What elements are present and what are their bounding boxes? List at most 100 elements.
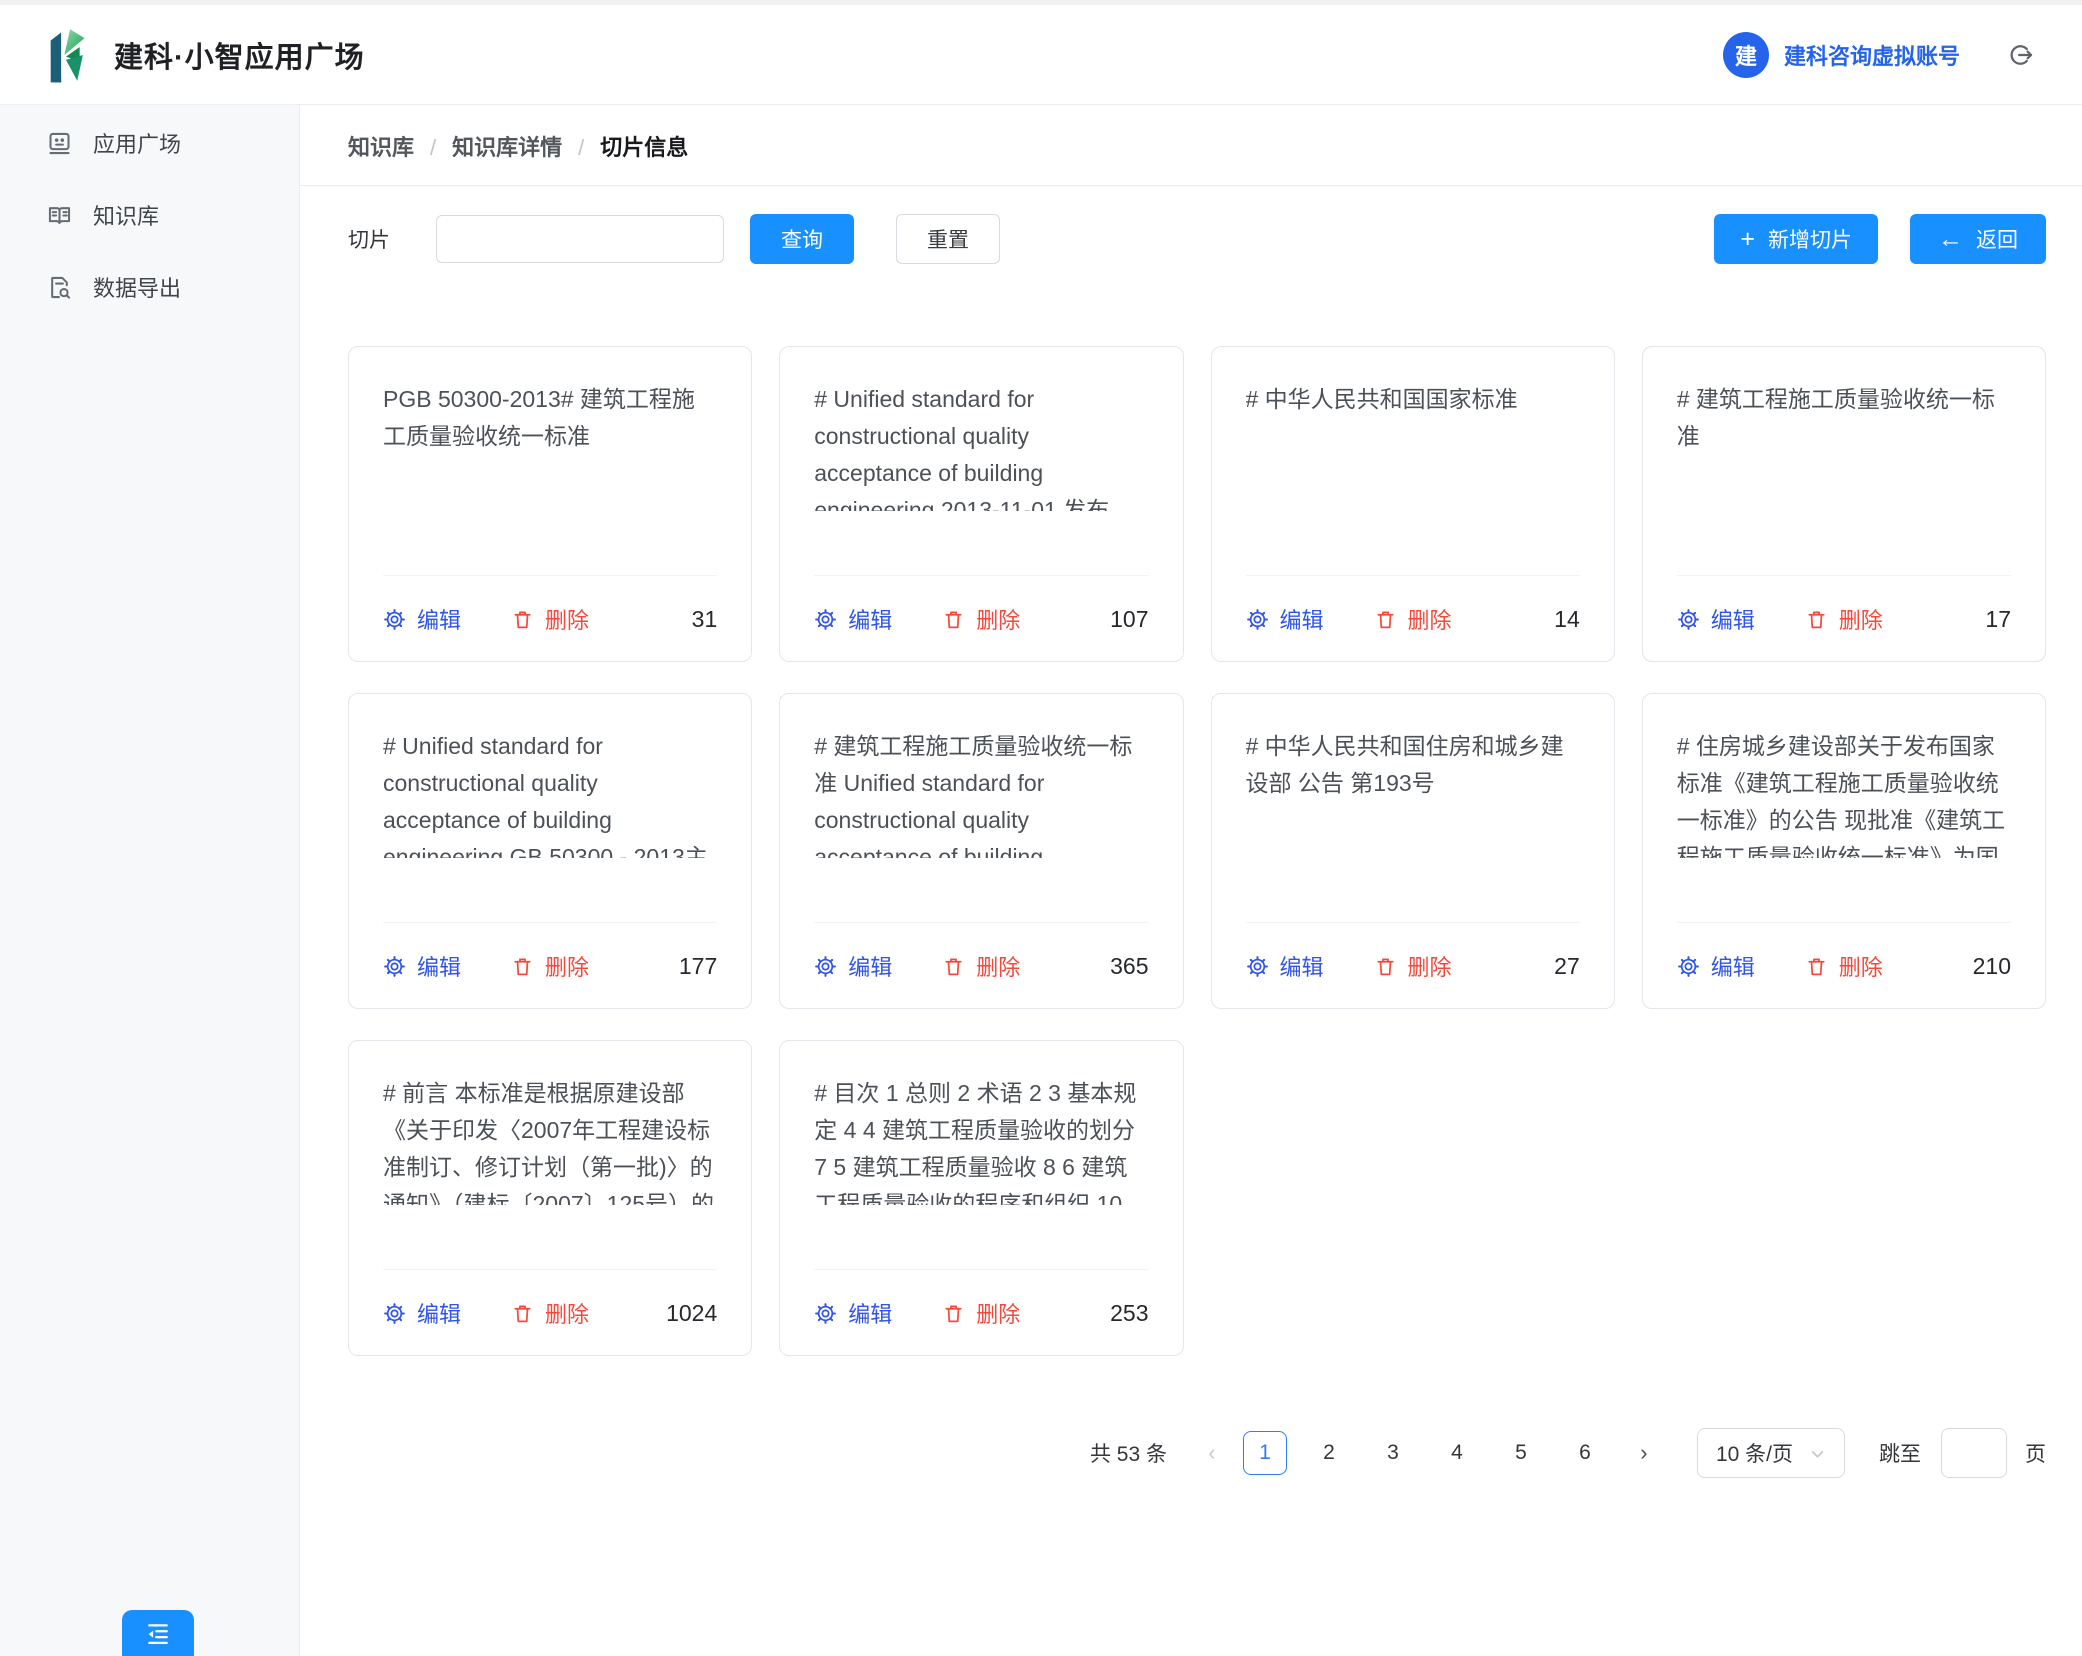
slice-text: # 中华人民共和国住房和城乡建设部 公告 第193号 bbox=[1246, 728, 1580, 858]
slice-count: 27 bbox=[1554, 953, 1580, 980]
slice-count: 107 bbox=[1110, 606, 1148, 633]
slice-card-footer: 编辑 删除 177 bbox=[383, 922, 717, 982]
page-number-button[interactable]: 1 bbox=[1243, 1431, 1287, 1475]
avatar: 建 bbox=[1723, 32, 1769, 78]
slice-count: 177 bbox=[679, 953, 717, 980]
trash-icon bbox=[942, 955, 965, 978]
account-name: 建科咨询虚拟账号 bbox=[1784, 39, 1960, 71]
delete-button[interactable]: 删除 bbox=[942, 950, 1020, 982]
jump-page-input[interactable] bbox=[1941, 1428, 2007, 1478]
trash-icon bbox=[942, 608, 965, 631]
sidebar-item-knowledge-base[interactable]: 知识库 bbox=[0, 179, 299, 251]
slice-card: # Unified standard for constructional qu… bbox=[779, 346, 1183, 662]
delete-button[interactable]: 删除 bbox=[942, 1297, 1020, 1329]
slice-card: # 目次 1 总则 2 术语 2 3 基本规定 4 4 建筑工程质量验收的划分 … bbox=[779, 1040, 1183, 1356]
edit-button[interactable]: 编辑 bbox=[383, 1297, 461, 1329]
card-grid: PGB 50300-2013# 建筑工程施工质量验收统一标准 bbox=[348, 346, 2046, 1356]
trash-icon bbox=[511, 1302, 534, 1325]
delete-button[interactable]: 删除 bbox=[1805, 950, 1883, 982]
reset-button[interactable]: 重置 bbox=[896, 214, 1000, 264]
edit-label: 编辑 bbox=[848, 1297, 892, 1329]
delete-button[interactable]: 删除 bbox=[1374, 603, 1452, 635]
gear-icon bbox=[383, 1302, 406, 1325]
edit-button[interactable]: 编辑 bbox=[1246, 603, 1324, 635]
back-button[interactable]: ← 返回 bbox=[1910, 214, 2046, 264]
delete-label: 删除 bbox=[976, 1297, 1020, 1329]
chevron-down-icon bbox=[1809, 1445, 1826, 1462]
page-number-button[interactable]: 5 bbox=[1499, 1431, 1543, 1475]
delete-button[interactable]: 删除 bbox=[511, 1297, 589, 1329]
page-number-button[interactable]: 6 bbox=[1563, 1431, 1607, 1475]
slice-count: 14 bbox=[1554, 606, 1580, 633]
page-number-button[interactable]: 2 bbox=[1307, 1431, 1351, 1475]
slice-filter-label: 切片 bbox=[348, 224, 390, 254]
slice-card: # Unified standard for constructional qu… bbox=[348, 693, 752, 1009]
delete-label: 删除 bbox=[976, 950, 1020, 982]
trash-icon bbox=[511, 608, 534, 631]
slice-card-footer: 编辑 删除 17 bbox=[1677, 575, 2011, 635]
page-number-button[interactable]: 4 bbox=[1435, 1431, 1479, 1475]
edit-button[interactable]: 编辑 bbox=[383, 950, 461, 982]
app-plaza-icon bbox=[46, 130, 73, 157]
sidebar-item-label: 应用广场 bbox=[93, 127, 181, 159]
delete-label: 删除 bbox=[1408, 950, 1452, 982]
add-slice-label: 新增切片 bbox=[1768, 224, 1852, 254]
next-page-button[interactable]: › bbox=[1627, 1440, 1661, 1466]
app-header: 建科·小智应用广场 建 建科咨询虚拟账号 bbox=[0, 5, 2082, 105]
delete-label: 删除 bbox=[976, 603, 1020, 635]
page-size-select[interactable]: 10 条/页 bbox=[1697, 1428, 1845, 1478]
delete-button[interactable]: 删除 bbox=[1374, 950, 1452, 982]
edit-label: 编辑 bbox=[1711, 950, 1755, 982]
slice-card: # 前言 本标准是根据原建设部《关于印发〈2007年工程建设标准制订、修订计划（… bbox=[348, 1040, 752, 1356]
slice-card-footer: 编辑 删除 1024 bbox=[383, 1269, 717, 1329]
gear-icon bbox=[1246, 608, 1269, 631]
slice-text: # 前言 本标准是根据原建设部《关于印发〈2007年工程建设标准制订、修订计划（… bbox=[383, 1075, 717, 1205]
slice-text: # Unified standard for constructional qu… bbox=[383, 728, 717, 858]
sidebar-item-label: 知识库 bbox=[93, 199, 159, 231]
slice-card: # 建筑工程施工质量验收统一标准 Unified standard for co… bbox=[779, 693, 1183, 1009]
slice-search-input[interactable] bbox=[436, 215, 724, 263]
edit-button[interactable]: 编辑 bbox=[1677, 603, 1755, 635]
logout-icon[interactable] bbox=[2006, 39, 2038, 71]
page-number-button[interactable]: 3 bbox=[1371, 1431, 1415, 1475]
edit-label: 编辑 bbox=[848, 950, 892, 982]
delete-label: 删除 bbox=[1839, 950, 1883, 982]
breadcrumb-separator: / bbox=[430, 133, 436, 163]
company-logo-icon bbox=[44, 26, 96, 84]
gear-icon bbox=[383, 955, 406, 978]
edit-button[interactable]: 编辑 bbox=[1246, 950, 1324, 982]
edit-button[interactable]: 编辑 bbox=[814, 1297, 892, 1329]
sidebar-item-data-export[interactable]: 数据导出 bbox=[0, 251, 299, 323]
prev-page-button[interactable]: ‹ bbox=[1195, 1440, 1229, 1466]
add-slice-button[interactable]: + 新增切片 bbox=[1714, 214, 1878, 264]
edit-button[interactable]: 编辑 bbox=[383, 603, 461, 635]
sidebar-collapse-button[interactable] bbox=[122, 1610, 194, 1656]
trash-icon bbox=[1374, 955, 1397, 978]
search-button[interactable]: 查询 bbox=[750, 214, 854, 264]
edit-label: 编辑 bbox=[417, 1297, 461, 1329]
edit-button[interactable]: 编辑 bbox=[1677, 950, 1755, 982]
breadcrumb-separator: / bbox=[578, 133, 584, 163]
sidebar-item-app-plaza[interactable]: 应用广场 bbox=[0, 107, 299, 179]
slice-text: # 目次 1 总则 2 术语 2 3 基本规定 4 4 建筑工程质量验收的划分 … bbox=[814, 1075, 1148, 1205]
back-label: 返回 bbox=[1976, 224, 2018, 254]
edit-label: 编辑 bbox=[848, 603, 892, 635]
gear-icon bbox=[1677, 955, 1700, 978]
delete-button[interactable]: 删除 bbox=[511, 603, 589, 635]
slice-text: # 住房城乡建设部关于发布国家标准《建筑工程施工质量验收统一标准》的公告 现批准… bbox=[1677, 728, 2011, 858]
delete-button[interactable]: 删除 bbox=[511, 950, 589, 982]
slice-count: 17 bbox=[1985, 606, 2011, 633]
delete-button[interactable]: 删除 bbox=[1805, 603, 1883, 635]
breadcrumb-knowledge-base[interactable]: 知识库 bbox=[348, 133, 414, 163]
slice-card-footer: 编辑 删除 107 bbox=[814, 575, 1148, 635]
gear-icon bbox=[1677, 608, 1700, 631]
filter-bar: 切片 查询 重置 + 新增切片 ← 返回 bbox=[348, 214, 2046, 264]
plus-icon: + bbox=[1740, 227, 1755, 252]
slice-text: # Unified standard for constructional qu… bbox=[814, 381, 1148, 511]
edit-button[interactable]: 编辑 bbox=[814, 950, 892, 982]
breadcrumb-kb-detail[interactable]: 知识库详情 bbox=[452, 133, 562, 163]
edit-button[interactable]: 编辑 bbox=[814, 603, 892, 635]
delete-button[interactable]: 删除 bbox=[942, 603, 1020, 635]
account-area[interactable]: 建 建科咨询虚拟账号 bbox=[1723, 32, 2038, 78]
left-arrow-icon: ← bbox=[1938, 227, 1963, 252]
